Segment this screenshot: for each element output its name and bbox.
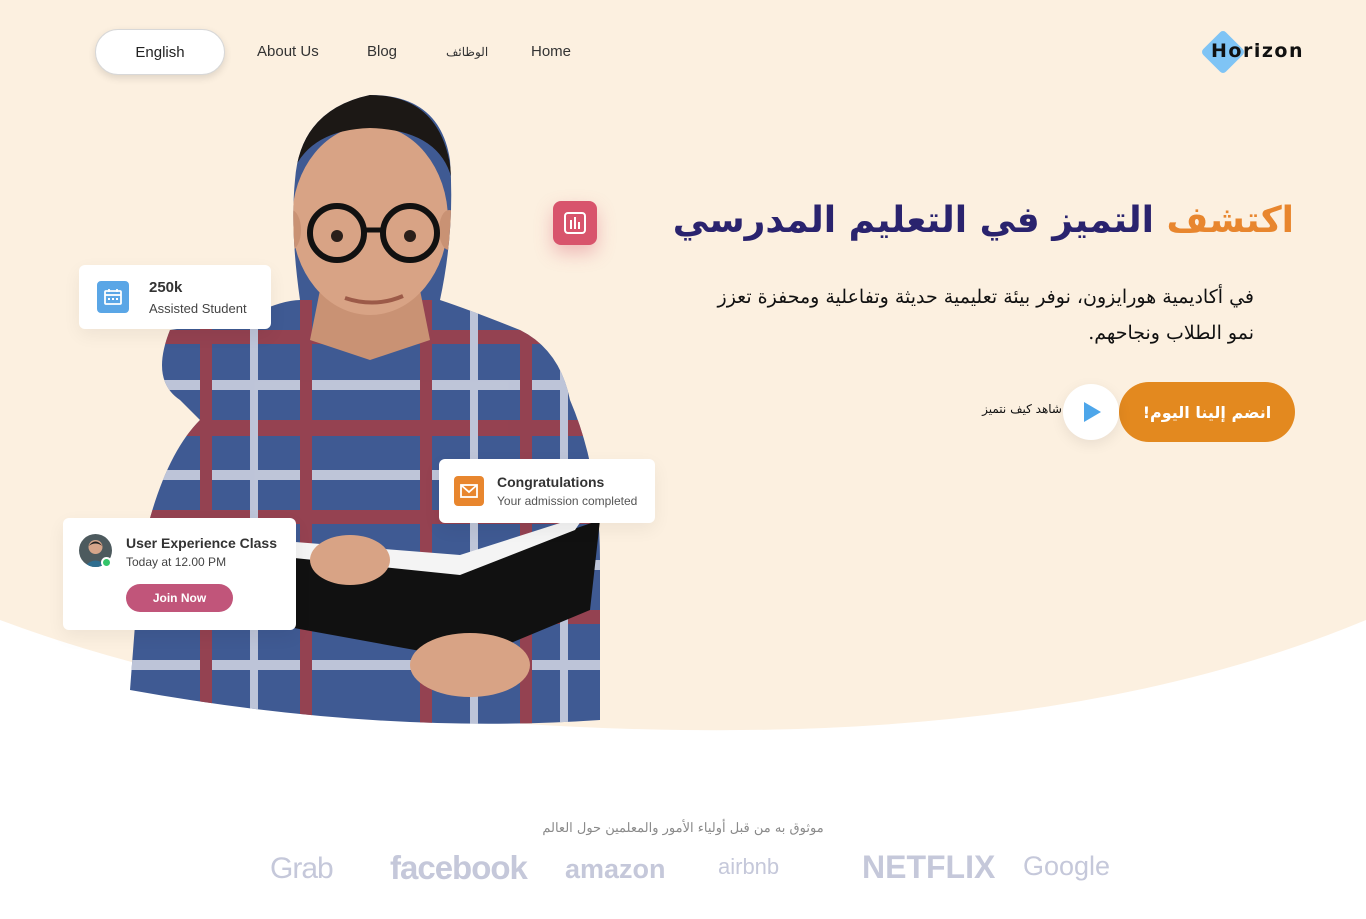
brand-logo-netflix: NETFLIX bbox=[862, 849, 996, 885]
logo-text: Horizon bbox=[1211, 40, 1304, 62]
brand-logo-google: Google bbox=[1023, 851, 1111, 881]
student-reading-photo bbox=[130, 95, 600, 724]
students-count: 250k bbox=[149, 279, 183, 296]
trusted-by-text: موثوق به من قبل أولياء الأمور والمعلمين … bbox=[542, 821, 824, 836]
class-time: Today at 12.00 PM bbox=[126, 555, 227, 569]
play-icon bbox=[1084, 402, 1101, 422]
headline-rest: التميز في التعليم المدرسي bbox=[672, 200, 1154, 241]
congratulations-card: Congratulations Your admission completed bbox=[439, 459, 655, 523]
hero-headline: اكتشف التميز في التعليم المدرسي bbox=[673, 200, 1294, 241]
top-navigation: English About Us Blog الوظائف Home Horiz… bbox=[0, 0, 1366, 100]
students-label: Assisted Student bbox=[149, 301, 247, 316]
nav-link-jobs[interactable]: الوظائف bbox=[446, 45, 488, 59]
join-us-button[interactable]: انضم إلينا اليوم! bbox=[1119, 382, 1295, 442]
nav-link-blog[interactable]: Blog bbox=[367, 43, 397, 60]
join-now-button[interactable]: Join Now bbox=[126, 584, 233, 612]
horizon-logo[interactable]: Horizon bbox=[1200, 29, 1302, 75]
congrats-subtitle: Your admission completed bbox=[497, 494, 638, 508]
calendar-icon bbox=[97, 281, 129, 313]
assisted-students-card: 250k Assisted Student bbox=[79, 265, 271, 329]
brand-logo-facebook: facebook bbox=[390, 849, 528, 886]
chart-icon bbox=[553, 201, 597, 245]
language-button[interactable]: English bbox=[95, 29, 225, 75]
nav-link-home[interactable]: Home bbox=[531, 43, 571, 60]
congrats-title: Congratulations bbox=[497, 474, 605, 490]
play-video-button[interactable] bbox=[1063, 384, 1119, 440]
watch-how-link[interactable]: شاهد كيف نتميز bbox=[982, 402, 1062, 416]
nav-link-about[interactable]: About Us bbox=[257, 43, 319, 60]
class-title: User Experience Class bbox=[126, 535, 277, 551]
hero-description: في أكاديمية هورايزون، نوفر بيئة تعليمية … bbox=[717, 286, 1254, 344]
online-status-dot bbox=[101, 557, 112, 568]
brand-logo-airbnb: airbnb bbox=[718, 854, 780, 879]
class-card: User Experience Class Today at 12.00 PM … bbox=[63, 518, 296, 630]
brand-logo-amazon: amazon bbox=[565, 854, 666, 884]
brand-logo-grab: Grab bbox=[270, 852, 334, 885]
mail-icon bbox=[454, 476, 484, 506]
headline-accent: اكتشف bbox=[1166, 200, 1294, 241]
